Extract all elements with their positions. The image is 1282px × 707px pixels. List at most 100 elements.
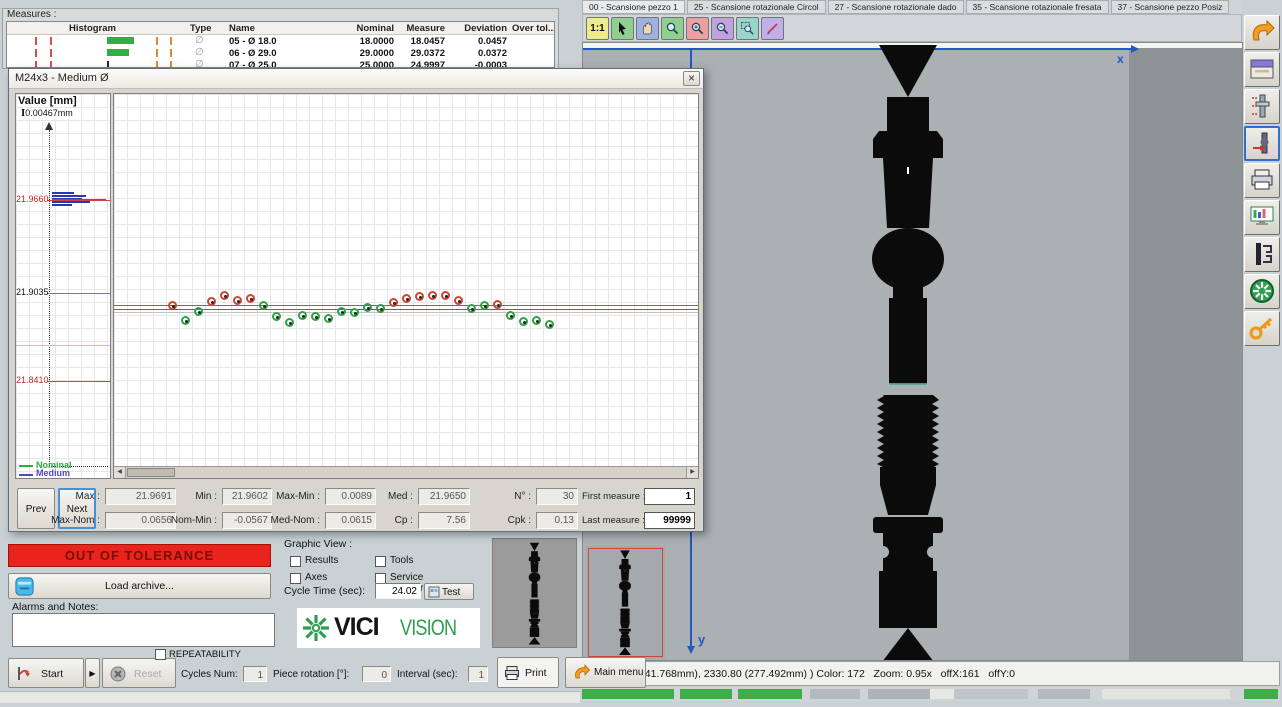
start-label: Start <box>41 668 63 680</box>
key-icon <box>1248 314 1276 342</box>
col-nominal: Nominal <box>337 23 394 34</box>
stat-label: Max-Nom : <box>30 515 100 526</box>
graphic-view-option-label: Axes <box>305 572 327 583</box>
archive-box-icon <box>1248 55 1276 83</box>
tolerance-dash-icon <box>50 61 52 68</box>
diameter-type-icon: ∅ <box>195 47 204 58</box>
measures-table[interactable]: Histogram Type Name Nominal Measure Devi… <box>6 21 555 68</box>
scan-piece-button[interactable] <box>1244 126 1280 161</box>
status-segment <box>1244 689 1278 699</box>
stat-label: Last measure : <box>582 515 640 526</box>
navigator-thumbnail[interactable] <box>586 546 665 659</box>
magnifier-icon <box>665 21 680 36</box>
select-tool-button[interactable] <box>611 17 634 40</box>
printer-icon <box>503 664 521 682</box>
zoom-window-button[interactable] <box>736 17 759 40</box>
brand-vici: VICI <box>334 613 379 642</box>
measure-value: 24.9997 <box>399 60 445 68</box>
main-menu-button[interactable]: Main menu <box>565 657 646 688</box>
brand-vision: VISION <box>400 615 456 641</box>
status-segment <box>680 689 732 699</box>
main-menu-button[interactable] <box>1244 15 1280 50</box>
vici-button[interactable] <box>1244 274 1280 309</box>
service-button[interactable] <box>1244 311 1280 346</box>
print-button[interactable] <box>1244 163 1280 198</box>
status-segment <box>802 689 810 699</box>
print-button[interactable]: Print <box>497 657 559 688</box>
x-axis-label: x <box>1117 52 1124 66</box>
graphic-view-checkbox[interactable] <box>290 573 301 584</box>
actual-size-button[interactable]: 1:1 <box>586 17 609 40</box>
col-name: Name <box>229 23 255 34</box>
scan-tab[interactable]: 35 - Scansione rotazionale fresata <box>966 0 1109 14</box>
tolerance-dash-icon <box>170 49 172 57</box>
reset-button[interactable]: Reset <box>102 658 176 688</box>
measures-config-button[interactable] <box>1244 89 1280 124</box>
stat-input[interactable]: 99999 <box>644 512 695 529</box>
deviation-value: 0.0457 <box>453 36 507 47</box>
start-button[interactable]: Start <box>8 658 84 688</box>
measure-line-button[interactable] <box>761 17 784 40</box>
test-button[interactable]: Test <box>424 583 474 600</box>
graphic-view-label: Graphic View : <box>284 538 352 550</box>
pan-tool-button[interactable] <box>636 17 659 40</box>
status-segment <box>1230 689 1244 699</box>
start-options-button[interactable]: ▶ <box>85 658 100 688</box>
cursor-icon <box>615 21 630 36</box>
tools-button[interactable] <box>1244 237 1280 272</box>
tolerance-dash-icon <box>170 61 172 68</box>
scan-tab[interactable]: 25 - Scansione rotazionale Circol <box>687 0 826 14</box>
deviation-value: 0.0372 <box>453 48 507 59</box>
cycles-label: Cycles Num: <box>181 669 238 680</box>
table-row[interactable]: ∅05 - Ø 18.018.000018.04570.0457 <box>7 35 554 47</box>
monitor-results-icon <box>1248 203 1276 231</box>
main-menu-label: Main menu <box>594 667 643 678</box>
histogram-bar <box>107 61 109 68</box>
alarms-textarea[interactable] <box>12 613 275 647</box>
stat-input[interactable]: 1 <box>644 488 695 505</box>
print-label: Print <box>525 667 547 679</box>
repeatability-checkbox[interactable] <box>155 649 166 660</box>
measures-label: Measures : <box>7 9 56 20</box>
navigator-part-icon <box>614 550 636 655</box>
zoom-in-button[interactable] <box>686 17 709 40</box>
graphic-view-checkbox[interactable] <box>375 556 386 567</box>
viewer-dark-band <box>1129 48 1242 660</box>
status-segment <box>738 689 802 699</box>
stat-value: 30 <box>536 488 578 505</box>
archive-button[interactable] <box>1244 52 1280 87</box>
tolerance-dash-icon <box>50 49 52 57</box>
part-thumbnail-panel <box>492 538 577 648</box>
zoom-tool-button[interactable] <box>661 17 684 40</box>
viewer-status-bar: ( -2983.43 (-41.768mm), 2330.80 (277.492… <box>582 661 1280 686</box>
cycle-time-field[interactable] <box>375 583 421 599</box>
interval-field[interactable] <box>468 666 488 682</box>
measure-trend-dialog: M24x3 - Medium Ø × Value [mm] I0.00467mm <box>8 68 704 532</box>
load-archive-button[interactable]: Load archive... <box>8 573 271 599</box>
y-axis-label: y <box>698 632 705 647</box>
tolerance-dash-icon <box>156 37 158 45</box>
status-segment <box>582 689 674 699</box>
scan-tab[interactable]: 00 - Scansione pezzo 1 <box>582 0 685 14</box>
scan-tab[interactable]: 27 - Scansione rotazionale dado <box>828 0 964 14</box>
measure-name: 06 - Ø 29.0 <box>229 48 277 59</box>
graphic-view-checkbox[interactable] <box>290 556 301 567</box>
start-icon <box>15 665 33 683</box>
table-row[interactable]: ∅06 - Ø 29.029.000029.03720.0372 <box>7 47 554 59</box>
rotation-field[interactable] <box>362 666 391 682</box>
zoom-out-button[interactable] <box>711 17 734 40</box>
nominal-value: 29.0000 <box>337 48 394 59</box>
vici-star-icon <box>301 613 331 643</box>
measure-value: 18.0457 <box>399 36 445 47</box>
scan-tab[interactable]: 37 - Scansione pezzo Posiz <box>1111 0 1230 14</box>
cycles-field[interactable] <box>243 666 267 682</box>
results-button[interactable] <box>1244 200 1280 235</box>
reset-icon <box>109 665 127 683</box>
col-overtol: Over tol... <box>512 23 555 34</box>
app-window: 00 - Scansione pezzo 125 - Scansione rot… <box>0 0 1282 707</box>
table-row[interactable]: ∅07 - Ø 25.025.000024.9997-0.0003 <box>7 59 554 68</box>
status-segment <box>930 689 954 699</box>
stat-label: Max : <box>30 491 100 502</box>
main-menu-icon <box>572 663 592 683</box>
scan-tab-bar: 00 - Scansione pezzo 125 - Scansione rot… <box>582 0 1242 14</box>
